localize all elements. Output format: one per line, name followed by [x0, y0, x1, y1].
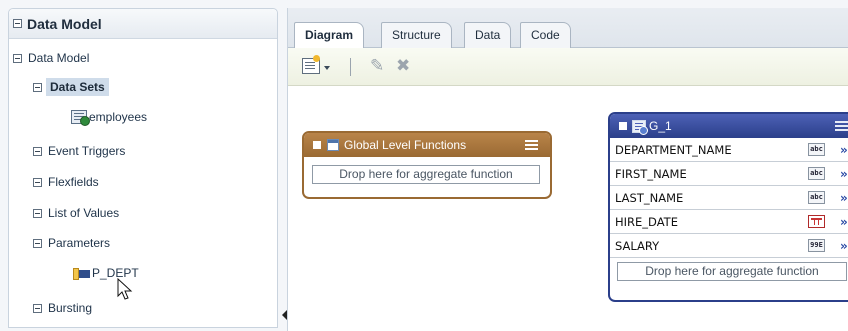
tree-item-label: Data Sets — [46, 78, 109, 96]
menu-icon[interactable] — [835, 120, 848, 132]
editor-panel: Diagram Structure Data Code ✎ ✖ Global L… — [287, 8, 848, 331]
tree-item-list-of-values[interactable]: List of Values — [33, 204, 119, 222]
panel-header[interactable]: Data Model — [9, 9, 277, 39]
diagram-toolbar: ✎ ✖ — [288, 48, 848, 86]
column-row[interactable]: LAST_NAME abc » — [610, 186, 848, 210]
collapse-toggle-icon[interactable] — [13, 19, 22, 28]
group-icon — [632, 119, 648, 135]
tree-item-label: List of Values — [48, 206, 120, 220]
tree-item-employees[interactable]: employees — [71, 108, 147, 126]
data-set-icon — [71, 110, 90, 126]
collapse-toggle-icon[interactable] — [33, 238, 42, 248]
collapse-toggle-icon[interactable] — [33, 208, 42, 218]
global-level-functions-box[interactable]: Global Level Functions Drop here for agg… — [302, 131, 552, 199]
aggregate-drop-zone[interactable]: Drop here for aggregate function — [617, 262, 847, 281]
tree-item-flexfields[interactable]: Flexfields — [33, 173, 99, 191]
mouse-cursor-icon — [117, 278, 133, 300]
group-title: G_1 — [649, 119, 672, 133]
panel-title: Data Model — [27, 15, 102, 32]
pencil-icon[interactable]: ✎ — [370, 57, 384, 75]
date-type-icon — [808, 215, 825, 228]
global-functions-title: Global Level Functions — [344, 138, 467, 152]
column-row[interactable]: HIRE_DATE » — [610, 210, 848, 234]
diagram-canvas[interactable]: Global Level Functions Drop here for agg… — [288, 87, 848, 331]
collapse-toggle-icon[interactable] — [33, 177, 42, 187]
tree-item-label: Data Model — [28, 51, 90, 65]
tree-item-parameters[interactable]: Parameters — [33, 234, 110, 252]
number-type-icon: 99E — [808, 239, 825, 252]
collapse-toggle-icon[interactable] — [13, 53, 22, 63]
collapse-icon[interactable] — [313, 141, 321, 149]
tab-diagram[interactable]: Diagram — [294, 22, 365, 49]
collapse-icon[interactable] — [619, 122, 627, 130]
text-type-icon: abc — [808, 167, 825, 180]
aggregate-drop-zone[interactable]: Drop here for aggregate function — [312, 165, 540, 184]
tree-item-label: Flexfields — [48, 175, 99, 189]
more-options-icon[interactable]: » — [840, 191, 848, 205]
menu-icon[interactable] — [525, 139, 538, 151]
more-options-icon[interactable]: » — [840, 215, 848, 229]
tree-item-data-sets[interactable]: Data Sets — [33, 78, 109, 96]
column-row[interactable]: FIRST_NAME abc » — [610, 162, 848, 186]
more-options-icon[interactable]: » — [840, 143, 848, 157]
more-options-icon[interactable]: » — [840, 239, 848, 253]
tab-structure[interactable]: Structure — [381, 22, 452, 48]
data-model-panel: Data Model Data Model Data Sets employee… — [8, 8, 278, 328]
global-functions-header[interactable]: Global Level Functions — [304, 133, 550, 157]
delete-x-icon[interactable]: ✖ — [396, 57, 410, 75]
tab-bar: Diagram Structure Data Code — [288, 8, 848, 49]
new-data-set-icon[interactable] — [302, 55, 320, 74]
tree-item-label: Bursting — [48, 301, 93, 315]
collapse-toggle-icon[interactable] — [33, 303, 42, 313]
toolbar-divider — [350, 58, 351, 76]
calendar-icon — [327, 139, 339, 151]
tree-item-data-model[interactable]: Data Model — [13, 49, 89, 67]
more-options-icon[interactable]: » — [840, 167, 848, 181]
tab-code[interactable]: Code — [520, 22, 571, 48]
column-row[interactable]: SALARY 99E » — [610, 234, 848, 258]
text-type-icon: abc — [808, 191, 825, 204]
tree-item-label: employees — [89, 110, 148, 124]
column-row[interactable]: DEPARTMENT_NAME abc » — [610, 138, 848, 162]
tree-item-bursting[interactable]: Bursting — [33, 299, 92, 317]
tab-data[interactable]: Data — [464, 22, 512, 48]
group-header[interactable]: G_1 — [610, 114, 848, 138]
collapse-toggle-icon[interactable] — [33, 82, 42, 92]
group-g1-box[interactable]: G_1 DEPARTMENT_NAME abc » FIRST_NAME abc… — [608, 112, 848, 302]
tree-item-label: Event Triggers — [48, 144, 126, 158]
parameter-icon — [73, 268, 91, 280]
chevron-down-icon[interactable] — [324, 66, 330, 70]
collapse-toggle-icon[interactable] — [33, 146, 42, 156]
tree-item-event-triggers[interactable]: Event Triggers — [33, 142, 125, 160]
text-type-icon: abc — [808, 143, 825, 156]
tree-item-label: Parameters — [48, 236, 111, 250]
